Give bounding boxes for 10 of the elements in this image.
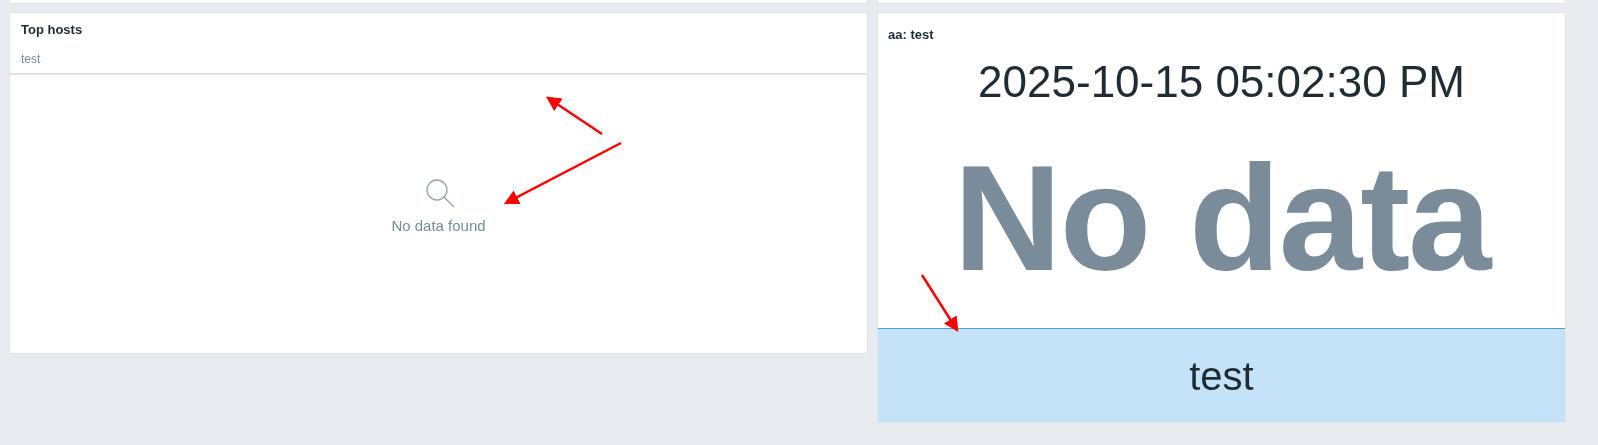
annotation-arrow bbox=[545, 96, 603, 136]
annotation-arrow bbox=[920, 274, 959, 333]
widget-title: aa: test bbox=[888, 27, 934, 42]
empty-message: No data found bbox=[391, 216, 486, 236]
widget-title: Top hosts bbox=[21, 22, 84, 38]
clock-datetime: 2025-10-15 05:02:30 PM bbox=[978, 56, 1465, 108]
footer-text: test bbox=[1189, 352, 1254, 400]
widget-subtitle: test bbox=[21, 52, 42, 66]
item-value: No data bbox=[953, 138, 1490, 298]
search-icon bbox=[423, 177, 456, 209]
